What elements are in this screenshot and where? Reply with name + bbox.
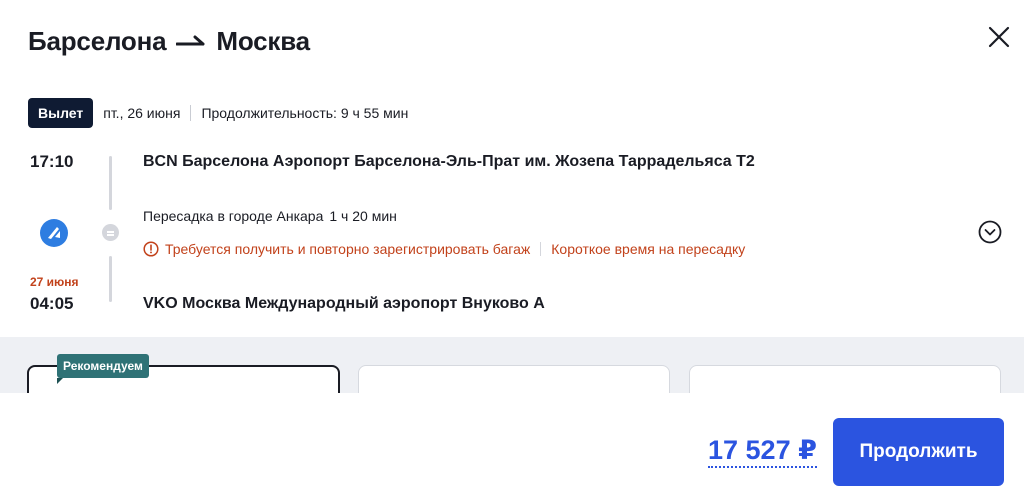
departure-date: пт., 26 июня [103, 105, 181, 121]
transfer-duration: 1 ч 20 мин [329, 208, 397, 224]
close-icon[interactable] [985, 23, 1013, 51]
destination-city: Москва [216, 26, 310, 56]
transfer-warnings: Требуется получить и повторно зарегистри… [143, 241, 745, 257]
origin-city: Барселона [28, 26, 167, 56]
route-line-bottom [109, 256, 112, 302]
departure-info: Вылет пт., 26 июня Продолжительность: 9 … [28, 98, 408, 128]
flight-arrow-icon [176, 35, 206, 49]
divider [190, 105, 192, 121]
departure-airport: BCN Барселона Аэропорт Барселона-Эль-Пра… [143, 153, 755, 170]
arrival-airport: VKO Москва Международный аэропорт Внуков… [143, 295, 545, 312]
airline-logo-icon [40, 219, 68, 247]
departure-time: 17:10 [30, 152, 74, 171]
departure-badge: Вылет [28, 98, 94, 128]
continue-button[interactable]: Продолжить [833, 418, 1004, 486]
transfer-info: Пересадка в городе Анкара 1 ч 20 мин [143, 208, 397, 224]
transfer-city: Пересадка в городе Анкара [143, 208, 324, 224]
tariff-section [0, 337, 1024, 393]
arrival-date: 27 июня [30, 275, 79, 289]
transfer-dot-icon [102, 224, 119, 241]
short-transfer-warning: Короткое время на пересадку [551, 241, 746, 257]
route-title: Барселона Москва [28, 26, 310, 57]
baggage-warning: Требуется получить и повторно зарегистри… [165, 241, 531, 257]
chevron-down-circle-icon[interactable] [978, 220, 1002, 244]
route-line-top [109, 156, 112, 210]
tariff-card[interactable] [358, 365, 670, 393]
total-price[interactable]: 17 527 ₽ [708, 435, 817, 468]
tariff-card[interactable] [689, 365, 1001, 393]
warning-icon [143, 241, 159, 257]
flight-duration: Продолжительность: 9 ч 55 мин [201, 105, 409, 121]
recommended-badge: Рекомендуем [57, 354, 149, 384]
divider [540, 242, 542, 256]
arrival-time: 04:05 [30, 294, 74, 313]
